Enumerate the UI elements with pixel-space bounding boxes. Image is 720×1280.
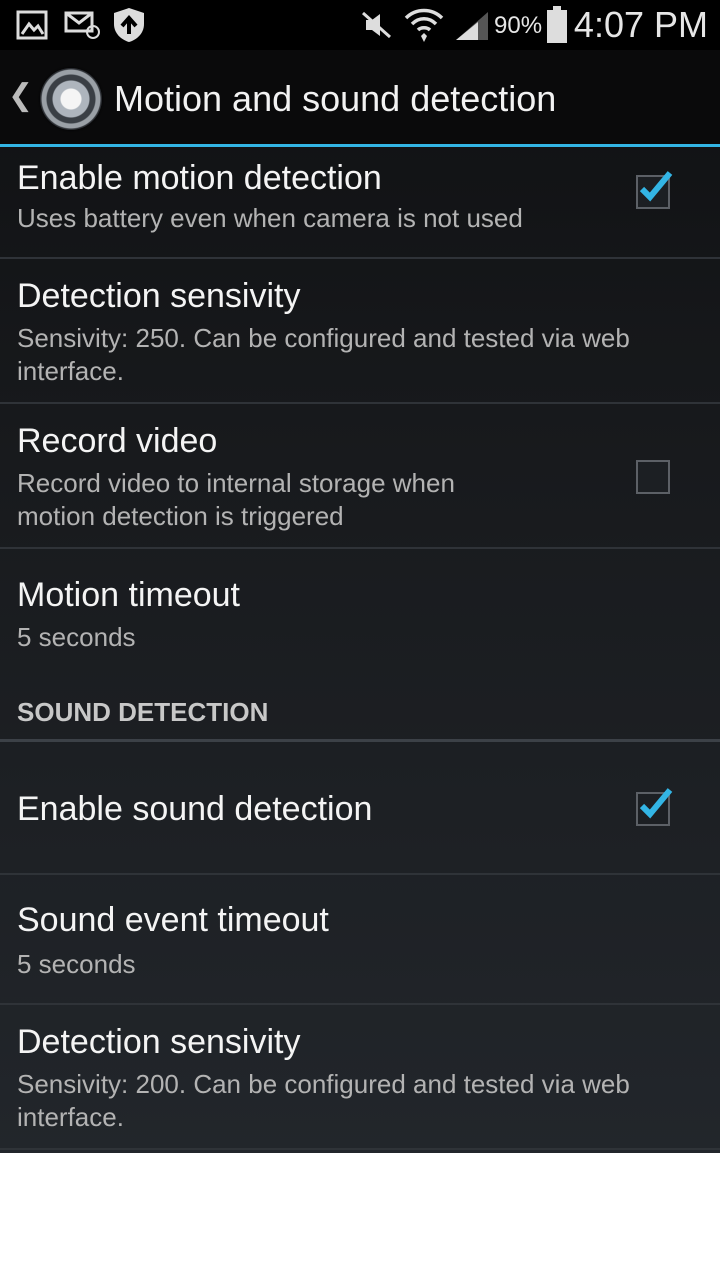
motion-detection-checkbox[interactable] bbox=[636, 171, 673, 209]
pref-summary: 5 seconds bbox=[17, 949, 136, 979]
clock: 4:07 PM bbox=[573, 4, 708, 45]
record-video-checkbox[interactable] bbox=[636, 460, 670, 494]
action-bar: ❮ Motion and sound detection bbox=[0, 50, 720, 147]
wifi-icon bbox=[404, 8, 444, 42]
camera-lens-icon[interactable] bbox=[40, 68, 102, 130]
pref-title: Motion timeout bbox=[17, 576, 240, 614]
checkmark-icon bbox=[639, 788, 673, 819]
pref-title: Enable motion detection bbox=[17, 159, 382, 197]
settings-screen: 90% 4:07 PM ❮ Motion and sound detection… bbox=[0, 0, 720, 1153]
pref-title: Enable sound detection bbox=[17, 790, 373, 828]
signal-icon bbox=[456, 12, 488, 40]
pref-summary: Uses battery even when camera is not use… bbox=[17, 203, 523, 233]
checkmark-icon bbox=[639, 171, 673, 202]
pref-title: Sound event timeout bbox=[17, 901, 329, 939]
email-icon bbox=[64, 11, 100, 39]
pref-title: Detection sensivity bbox=[17, 277, 301, 315]
pref-summary: Sensivity: 200. Can be configured and te… bbox=[17, 1069, 630, 1132]
pref-summary: 5 seconds bbox=[17, 622, 136, 652]
shield-icon bbox=[114, 8, 144, 42]
pref-sound-detection-sensitivity[interactable]: Detection sensivity Sensivity: 200. Can … bbox=[0, 1005, 720, 1150]
pref-summary: Sensivity: 250. Can be configured and te… bbox=[17, 323, 630, 386]
pref-motion-timeout[interactable]: Motion timeout 5 seconds bbox=[0, 549, 720, 659]
chevron-left-icon[interactable]: ❮ bbox=[8, 78, 33, 113]
pref-record-video[interactable]: Record video Record video to internal st… bbox=[0, 404, 720, 549]
page-title: Motion and sound detection bbox=[114, 78, 557, 119]
pref-title: Record video bbox=[17, 422, 218, 460]
pref-summary: Record video to internal storage when mo… bbox=[17, 468, 455, 531]
pref-motion-detection-sensitivity[interactable]: Detection sensivity Sensivity: 250. Can … bbox=[0, 259, 720, 404]
pref-enable-sound-detection[interactable]: Enable sound detection bbox=[0, 742, 720, 875]
pref-title: Detection sensivity bbox=[17, 1023, 301, 1061]
section-header-sound-detection: SOUND DETECTION bbox=[17, 697, 269, 727]
battery-icon bbox=[547, 6, 567, 43]
battery-percentage: 90% bbox=[494, 12, 543, 39]
mute-icon bbox=[362, 11, 391, 39]
pref-sound-event-timeout[interactable]: Sound event timeout 5 seconds bbox=[0, 875, 720, 1005]
gallery-icon bbox=[16, 10, 48, 40]
pref-enable-motion-detection[interactable]: Enable motion detection Uses battery eve… bbox=[0, 147, 720, 259]
status-bar: 90% 4:07 PM bbox=[0, 0, 720, 50]
sound-detection-checkbox[interactable] bbox=[636, 788, 673, 826]
